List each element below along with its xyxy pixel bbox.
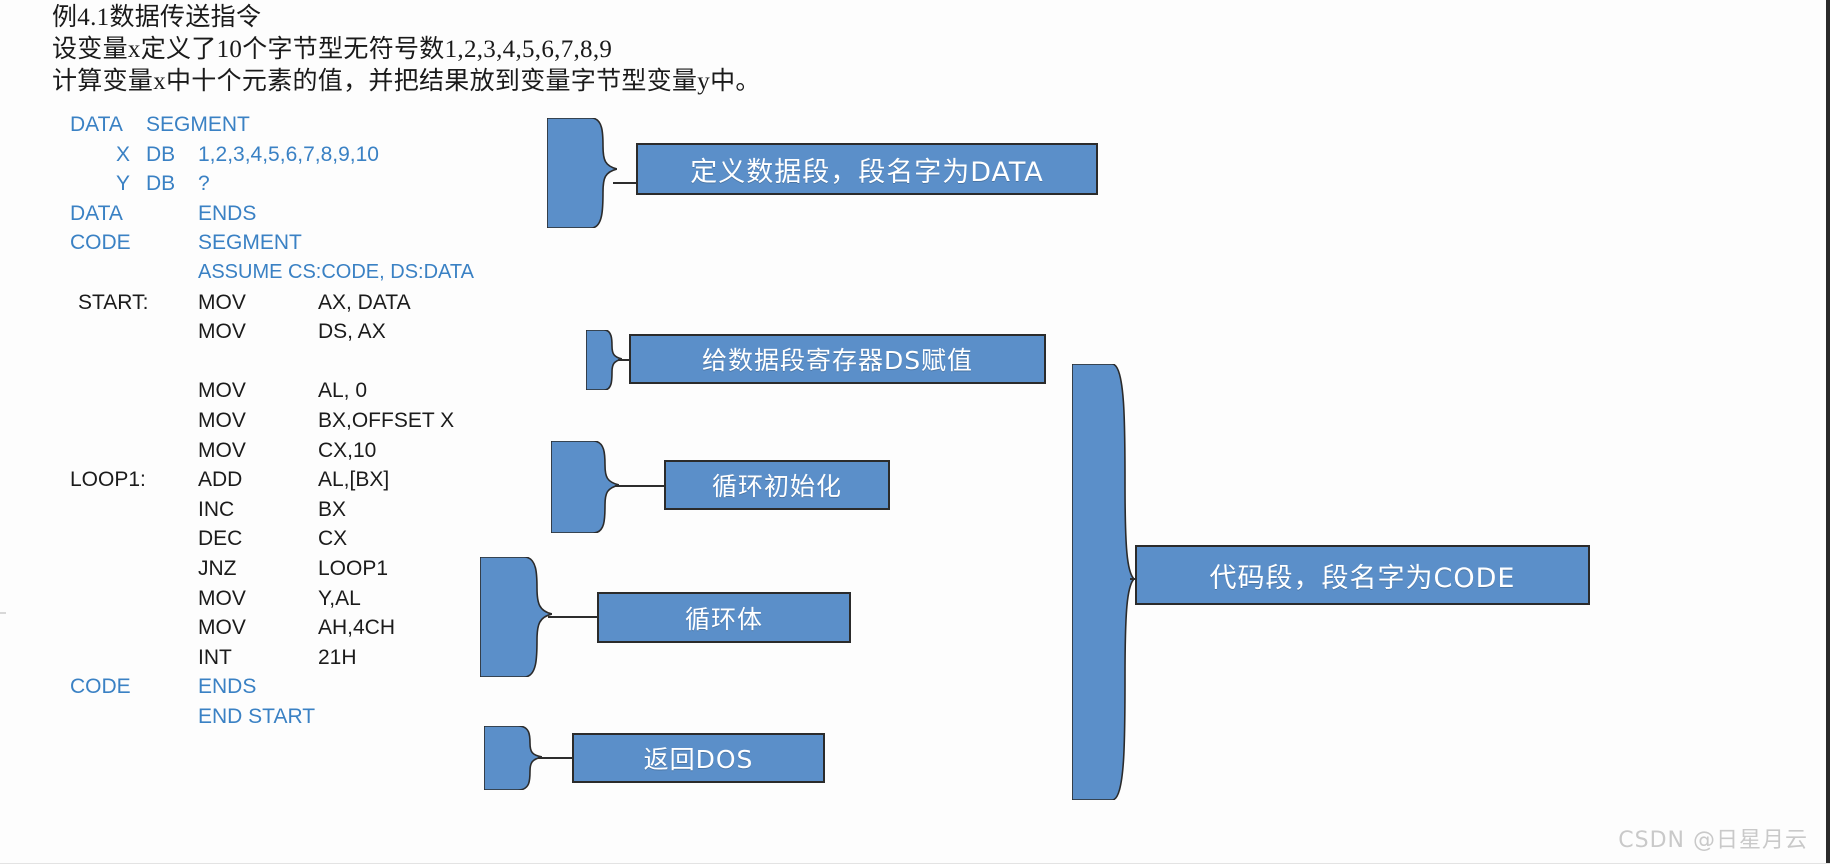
code-arg: 21H: [318, 645, 357, 669]
code-row: START: MOV AX, DATA: [70, 288, 590, 318]
code-op: MOV: [198, 379, 246, 403]
code-op: MOV: [198, 320, 246, 344]
brace-code-segment: [1072, 364, 1134, 800]
code-label: CODE: [70, 675, 131, 699]
code-arg: ?: [198, 172, 210, 196]
code-row: DATA SEGMENT: [70, 110, 590, 140]
code-label: LOOP1:: [70, 468, 146, 492]
code-arg: 1,2,3,4,5,6,7,8,9,10: [198, 142, 379, 166]
code-arg: Y,AL: [318, 586, 361, 610]
callout-loop-body-label: 循环体: [684, 604, 763, 634]
code-row: INC BX: [70, 495, 590, 525]
callout-code-segment-label: 代码段，段名字为CODE: [1209, 562, 1516, 594]
brace-loop-body: [480, 557, 552, 677]
code-arg: AL, 0: [318, 379, 368, 403]
callout-ds-init-label: 给数据段寄存器DS赋值: [701, 346, 974, 375]
code-arg: BX,OFFSET X: [318, 408, 455, 432]
header-text-block: 例4.1数据传送指令 设变量x定义了10个字节型无符号数1,2,3,4,5,6,…: [52, 2, 1152, 98]
code-op: INT: [198, 645, 232, 669]
code-row: DATA ENDS: [70, 199, 590, 229]
connector-loop-init: [615, 485, 667, 487]
header-line-title: 例4.1数据传送指令: [52, 4, 262, 31]
code-row: MOV DS, AX: [70, 317, 590, 347]
code-label: CODE: [70, 231, 131, 255]
code-op: MOV: [198, 438, 246, 462]
connector-return-dos: [538, 757, 574, 759]
code-op: SEGMENT: [198, 231, 302, 255]
code-row: X DB 1,2,3,4,5,6,7,8,9,10: [70, 140, 590, 170]
code-op: END START: [198, 704, 316, 728]
code-op: ADD: [198, 468, 243, 492]
code-op: DB: [146, 172, 176, 196]
code-row: ASSUME CS:CODE, DS:DATA: [70, 258, 590, 288]
code-op: DEC: [198, 527, 243, 551]
brace-ds-init: [586, 330, 622, 390]
code-label: DATA: [70, 201, 123, 225]
code-arg: LOOP1: [318, 556, 389, 580]
code-op: DB: [146, 142, 176, 166]
code-arg: DS, AX: [318, 320, 386, 344]
header-line-problem-2: 计算变量x中十个元素的值，并把结果放到变量字节型变量y中。: [52, 68, 761, 95]
code-row: LOOP1: ADD AL,[BX]: [70, 465, 590, 495]
code-row: CODE SEGMENT: [70, 228, 590, 258]
brace-data-segment: [547, 118, 617, 228]
code-op: MOV: [198, 616, 246, 640]
code-arg: CX,10: [318, 438, 377, 462]
code-label: START:: [78, 290, 149, 314]
header-line-problem-1: 设变量x定义了10个字节型无符号数1,2,3,4,5,6,7,8,9: [52, 36, 613, 63]
code-op: ENDS: [198, 201, 257, 225]
callout-loop-init: 循环初始化: [664, 460, 890, 510]
code-row-spacer: [70, 347, 590, 377]
code-op: MOV: [198, 290, 246, 314]
code-op: ENDS: [198, 675, 257, 699]
callout-data-segment: 定义数据段，段名字为DATA: [636, 143, 1098, 195]
callout-return-dos-label: 返回DOS: [643, 745, 754, 774]
code-op: JNZ: [198, 556, 237, 580]
connector-loop-body: [548, 616, 600, 618]
callout-ds-init: 给数据段寄存器DS赋值: [629, 334, 1046, 384]
code-op: INC: [198, 497, 235, 521]
code-arg: CX: [318, 527, 348, 551]
code-arg: AH,4CH: [318, 616, 396, 640]
code-arg: AL,[BX]: [318, 468, 390, 492]
code-op: MOV: [198, 408, 246, 432]
csdn-watermark: CSDN @日星月云: [1618, 828, 1808, 853]
code-label: X: [116, 142, 131, 166]
callout-data-segment-label: 定义数据段，段名字为DATA: [690, 156, 1044, 188]
code-arg: BX: [318, 497, 347, 521]
code-row: MOV BX,OFFSET X: [70, 406, 590, 436]
callout-return-dos: 返回DOS: [572, 733, 825, 783]
brace-loop-init: [551, 441, 619, 533]
brace-return-dos: [484, 726, 542, 790]
left-edge-tick: [0, 612, 6, 614]
code-label: Y: [116, 172, 131, 196]
code-row: MOV CX,10: [70, 436, 590, 466]
code-row: MOV AL, 0: [70, 376, 590, 406]
code-op: MOV: [198, 586, 246, 610]
code-op: ASSUME CS:CODE, DS:DATA: [198, 260, 474, 283]
code-arg: AX, DATA: [318, 290, 411, 314]
callout-code-segment: 代码段，段名字为CODE: [1135, 545, 1590, 605]
slide-canvas: 例4.1数据传送指令 设变量x定义了10个字节型无符号数1,2,3,4,5,6,…: [0, 0, 1830, 864]
right-edge-bar: [1826, 0, 1830, 864]
code-op: SEGMENT: [146, 113, 250, 136]
code-label: DATA: [70, 113, 123, 136]
code-row: Y DB ?: [70, 169, 590, 199]
callout-loop-body: 循环体: [597, 592, 851, 643]
callout-loop-init-label: 循环初始化: [711, 472, 842, 501]
code-row: DEC CX: [70, 524, 590, 554]
